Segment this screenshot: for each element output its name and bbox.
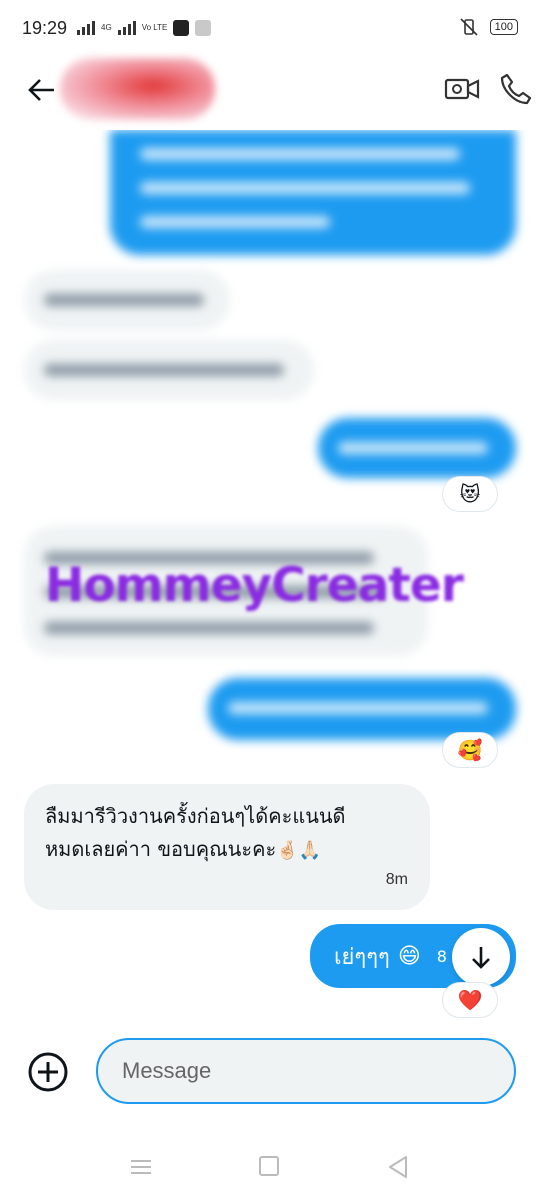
reaction-badge[interactable]: ❤️ bbox=[442, 982, 498, 1018]
system-nav-bar bbox=[0, 1140, 540, 1200]
message-bubble-incoming: ลืมมารีวิวงานครั้งก่อนๆได้คะแนนดี หมดเลย… bbox=[24, 784, 430, 910]
status-bar: 19:29 4G Vo LTE 100 bbox=[0, 0, 540, 56]
message-text: เย่ๆๆๆ bbox=[334, 944, 390, 970]
hands-emoji: 🤞🏻🙏🏻 bbox=[276, 840, 322, 861]
heart-eyes-cat-emoji: 😻 bbox=[459, 482, 481, 506]
message-text: หมดเลยค่าา ขอบคุณนะคะ bbox=[45, 837, 277, 861]
volte-indicator: Vo LTE bbox=[141, 23, 168, 32]
scroll-to-bottom-button[interactable] bbox=[452, 928, 510, 986]
message-bubble-incoming-blurred bbox=[24, 270, 230, 330]
signal-icon bbox=[77, 21, 96, 35]
signal-2-icon bbox=[117, 21, 136, 35]
watermark-text: HommeyCreater bbox=[45, 558, 464, 613]
chat-header bbox=[0, 58, 540, 122]
smiling-hearts-emoji: 🥰 bbox=[457, 738, 483, 762]
recents-icon[interactable] bbox=[130, 1158, 152, 1176]
message-composer bbox=[0, 1030, 540, 1110]
video-call-icon[interactable] bbox=[444, 74, 480, 104]
message-text-line: หมดเลยค่าา ขอบคุณนะคะ🤞🏻🙏🏻 bbox=[45, 833, 410, 867]
arrow-down-icon bbox=[472, 947, 490, 969]
home-icon[interactable] bbox=[259, 1156, 279, 1176]
app-notification-icon bbox=[195, 20, 212, 36]
add-media-icon[interactable] bbox=[26, 1050, 70, 1094]
nav-back-icon[interactable] bbox=[386, 1154, 410, 1180]
status-right: 100 bbox=[458, 17, 518, 37]
message-bubble-outgoing-blurred bbox=[208, 678, 516, 740]
grinning-emoji: 😄 bbox=[397, 943, 421, 969]
vibrate-mute-icon bbox=[460, 18, 478, 36]
message-timestamp: 8m bbox=[385, 871, 408, 888]
reaction-badge[interactable]: 😻 bbox=[442, 476, 498, 512]
red-heart-emoji: ❤️ bbox=[457, 988, 483, 1012]
network-type: 4G bbox=[101, 23, 112, 32]
message-timestamp: 8 bbox=[436, 946, 447, 966]
message-bubble-outgoing-blurred bbox=[110, 130, 516, 255]
phone-call-icon[interactable] bbox=[498, 72, 532, 106]
message-input[interactable] bbox=[96, 1038, 516, 1104]
back-arrow-icon[interactable] bbox=[24, 72, 60, 108]
message-bubble-incoming-blurred bbox=[24, 340, 314, 400]
contact-name-redacted[interactable] bbox=[60, 58, 215, 120]
battery-indicator: 100 bbox=[489, 19, 518, 35]
x-app-icon bbox=[173, 20, 190, 36]
message-bubble-outgoing-blurred bbox=[318, 418, 516, 478]
message-text-line: ลืมมารีวิวงานครั้งก่อนๆได้คะแนนดี bbox=[45, 804, 346, 828]
reaction-badge[interactable]: 🥰 bbox=[442, 732, 498, 768]
status-time: 19:29 bbox=[22, 17, 68, 38]
